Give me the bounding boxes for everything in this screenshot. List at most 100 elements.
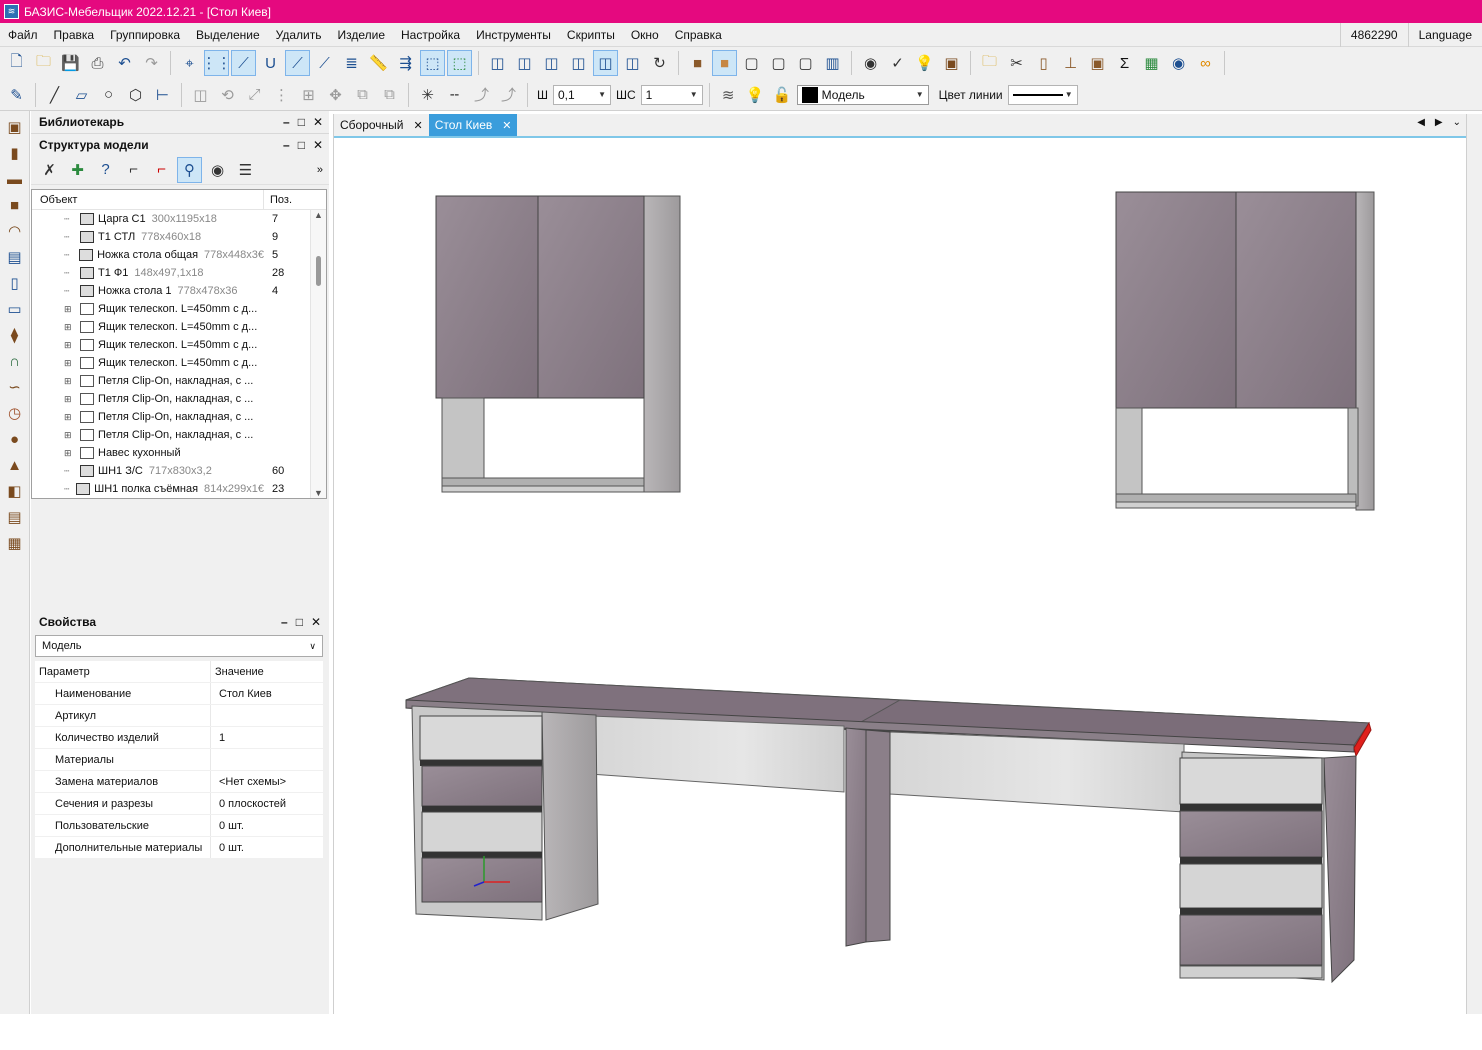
drawing-viewport[interactable]: Сборочный ✕ Стол Киев ✕ ◀ ▶ ⌄ (333, 114, 1467, 1014)
maximize-icon[interactable]: □ (298, 115, 305, 129)
minimize-icon[interactable]: – (281, 615, 288, 629)
offset-icon[interactable]: ⤴ (496, 82, 521, 108)
vertical-panel-icon[interactable]: ▮ (3, 141, 27, 165)
box3d-icon[interactable]: ◧ (3, 479, 27, 503)
grid-panel-icon[interactable]: ▦ (3, 531, 27, 555)
horizontal-panel-icon[interactable]: ▬ (3, 167, 27, 191)
more-icon[interactable]: » (317, 164, 323, 176)
copy-obj-icon[interactable]: ⧉ (350, 82, 375, 108)
menu-edit[interactable]: Правка (46, 23, 103, 47)
sum-icon[interactable]: Σ (1112, 50, 1137, 76)
save-icon[interactable]: 💾 (58, 50, 83, 76)
list-view-icon[interactable]: ☰ (233, 157, 258, 183)
select-frame-icon[interactable]: ⬚ (447, 50, 472, 76)
wall-cabinet-left[interactable] (435, 195, 681, 493)
scale-obj-icon[interactable]: ⤢ (242, 82, 267, 108)
property-row[interactable]: Дополнительные материалы 0 шт. (35, 837, 323, 859)
glasses-icon[interactable]: ∞ (1193, 50, 1218, 76)
property-row[interactable]: Наименование Стол Киев (35, 683, 323, 705)
light-bulb-icon[interactable]: 💡 (912, 50, 937, 76)
bent-panel-icon[interactable]: ◠ (3, 219, 27, 243)
layer-select[interactable]: Модель ▼ (796, 84, 929, 105)
snap-line-icon[interactable]: ⟋ (231, 50, 256, 76)
menu-help[interactable]: Справка (667, 23, 730, 47)
sphere-icon[interactable]: ● (3, 427, 27, 451)
maximize-icon[interactable]: □ (296, 615, 303, 629)
facade-icon[interactable]: ▤ (3, 245, 27, 269)
layers-icon[interactable]: ≣ (339, 50, 364, 76)
minimize-icon[interactable]: – (283, 138, 290, 152)
magnet-icon[interactable]: U (258, 50, 283, 76)
menu-window[interactable]: Окно (623, 23, 667, 47)
trim-icon[interactable]: ✳ (415, 82, 440, 108)
tools-icon[interactable]: ✗ (37, 157, 62, 183)
furniture-3d-view[interactable] (334, 140, 1467, 1014)
close-icon[interactable]: ✕ (414, 119, 423, 132)
scroll-up-icon[interactable]: ▲ (314, 210, 323, 220)
property-value[interactable]: 0 шт. (211, 837, 244, 858)
expand-icon[interactable]: ⊞ (64, 340, 74, 351)
menu-file[interactable]: Файл (0, 23, 46, 47)
property-row[interactable]: Количество изделий 1 (35, 727, 323, 749)
drawer-icon[interactable]: ▤ (3, 505, 27, 529)
property-value[interactable]: <Нет схемы> (211, 771, 286, 792)
snap-points-icon[interactable]: ⌖ (177, 50, 202, 76)
add-node-icon[interactable]: ✚ (65, 157, 90, 183)
expand-icon[interactable]: ⊞ (64, 304, 74, 315)
tree-row[interactable]: ⊞ Петля Clip-On, накладная, с ... (32, 390, 326, 408)
new-file-icon[interactable]: 🗋 (4, 50, 29, 76)
scissors-icon[interactable]: ✂ (1004, 50, 1029, 76)
menu-scripts[interactable]: Скрипты (559, 23, 623, 47)
tree-row[interactable]: ⊞ Ящик телескоп. L=450mm с д... (32, 336, 326, 354)
render-shaded-icon[interactable]: ■ (712, 50, 737, 76)
tree-row[interactable]: ┄ Ножка стола общая 778x448x3€ 5 (32, 246, 326, 264)
tree-row[interactable]: ┄ Т1 СТЛ 778x460x18 9 (32, 228, 326, 246)
render-solid-icon[interactable]: ■ (685, 50, 710, 76)
select-mode-icon[interactable]: ⬚ (420, 50, 445, 76)
property-row[interactable]: Артикул (35, 705, 323, 727)
cabinet-icon[interactable]: ▯ (1031, 50, 1056, 76)
property-row[interactable]: Пользовательские 0 шт. (35, 815, 323, 837)
view-custom-icon[interactable]: ◫ (620, 50, 645, 76)
view-front-icon[interactable]: ◫ (485, 50, 510, 76)
render-wire-icon[interactable]: ▢ (739, 50, 764, 76)
expand-icon[interactable]: ⊞ (64, 322, 74, 333)
snap-edge-icon[interactable]: ⟋ (285, 50, 310, 76)
tree-row[interactable]: ┄ ШН1 полка съёмная 814x299x1€ 23 (32, 480, 326, 498)
line-width-select[interactable]: 0,1 ▼ (553, 84, 611, 105)
layer-light-icon[interactable]: 💡 (743, 82, 768, 108)
dashed-line-icon[interactable]: ╌ (442, 82, 467, 108)
tree-row[interactable]: ┄ Ножка стола 1 778x478x36 4 (32, 282, 326, 300)
horizontal-profile-icon[interactable]: ▭ (3, 297, 27, 321)
tree-row[interactable]: ⊞ Петля Clip-On, накладная, с ... (32, 372, 326, 390)
menu-tools[interactable]: Инструменты (468, 23, 559, 47)
align-icon[interactable]: ⇶ (393, 50, 418, 76)
tab-prev-icon[interactable]: ◀ (1417, 117, 1425, 128)
grid-snap-icon[interactable]: ⋮⋮ (202, 50, 232, 76)
print-icon[interactable]: ⎙ (85, 50, 110, 76)
remove-node-icon[interactable]: ⌐ (149, 157, 174, 183)
property-value[interactable] (211, 749, 219, 770)
property-value[interactable]: Стол Киев (211, 683, 272, 704)
check-icon[interactable]: ✓ (885, 50, 910, 76)
polyline-tool-icon[interactable]: ⏥ (69, 82, 94, 108)
close-icon[interactable]: ✕ (313, 138, 323, 152)
report-icon[interactable]: ▦ (1139, 50, 1164, 76)
view-top-icon[interactable]: ◫ (539, 50, 564, 76)
folder-yellow-icon[interactable]: 🗀 (977, 50, 1002, 76)
maximize-icon[interactable]: □ (298, 138, 305, 152)
close-icon[interactable]: ✕ (313, 115, 323, 129)
stamp-icon[interactable]: ⊥ (1058, 50, 1083, 76)
tree-row[interactable]: ⊞ Навес кухонный (32, 444, 326, 462)
property-row[interactable]: Замена материалов <Нет схемы> (35, 771, 323, 793)
menu-select[interactable]: Выделение (188, 23, 268, 47)
line-tool-icon[interactable]: ╱ (42, 82, 67, 108)
close-icon[interactable]: ✕ (502, 119, 511, 132)
help-node-icon[interactable]: ? (93, 157, 118, 183)
wall-cabinet-right[interactable] (1115, 191, 1375, 511)
extrude-icon[interactable]: ⧫ (3, 323, 27, 347)
tree-row[interactable]: ┄ Т1 Ф1 148x497,1x18 28 (32, 264, 326, 282)
materials-icon[interactable]: ▣ (939, 50, 964, 76)
tab-stol-kiev[interactable]: Стол Киев ✕ (428, 114, 518, 136)
clock-icon[interactable]: ◷ (3, 401, 27, 425)
